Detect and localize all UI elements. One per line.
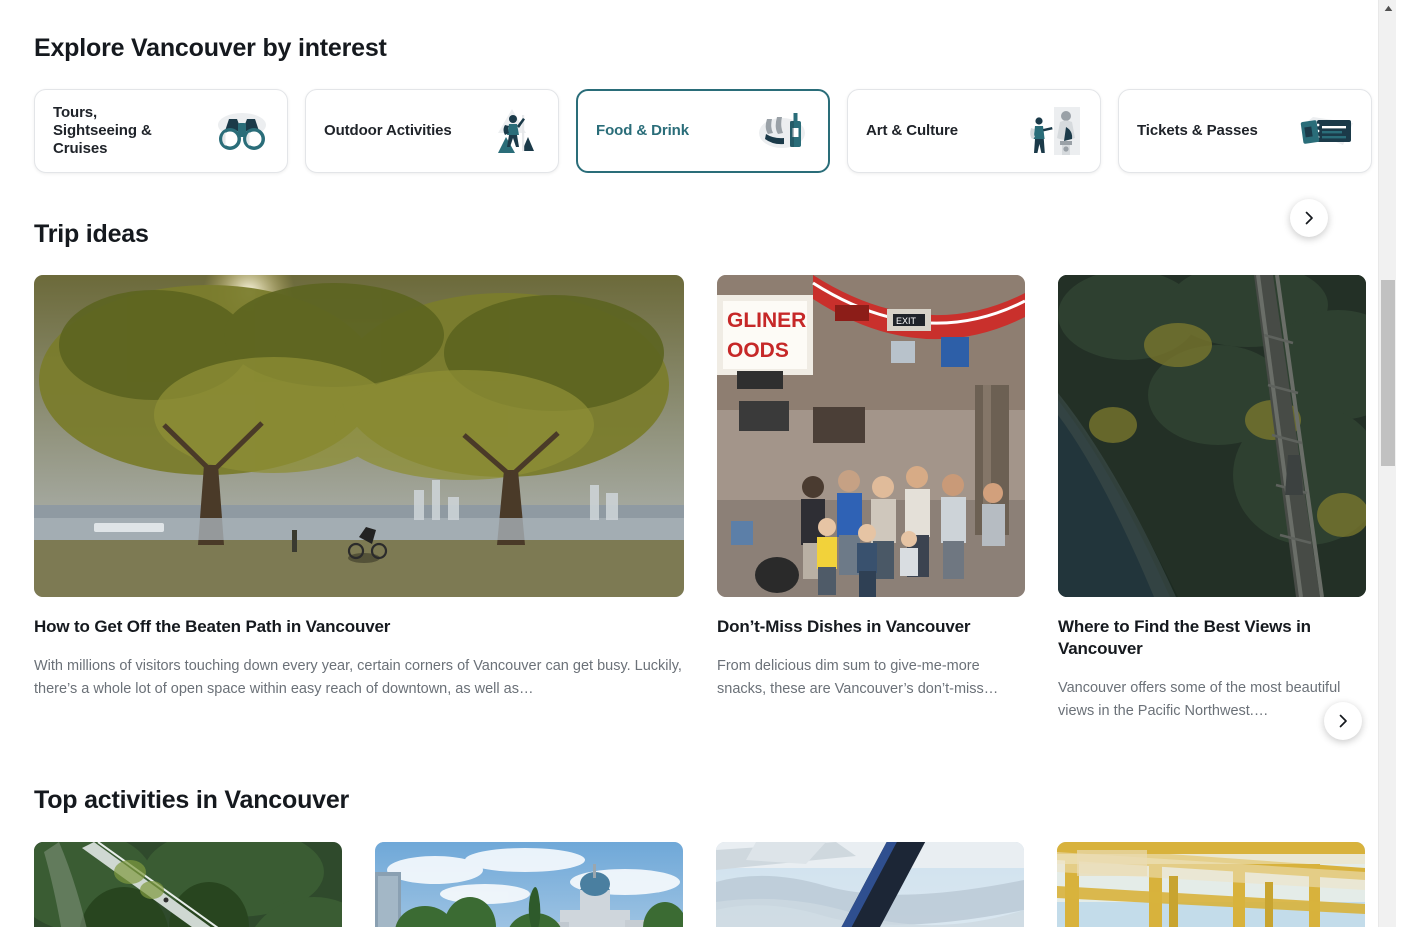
activity-image [34, 842, 342, 927]
category-list: Tours, Sightseeing & Cruises Outdoor Act… [34, 89, 1372, 173]
trip-idea-heading: Where to Find the Best Views in Vancouve… [1058, 617, 1311, 659]
activity-image [1057, 842, 1365, 927]
svg-text:EXIT: EXIT [896, 316, 917, 326]
activity-card[interactable] [375, 842, 683, 927]
activity-card[interactable] [1057, 842, 1365, 927]
page-scrollbar[interactable] [1378, 0, 1396, 927]
activity-card[interactable] [34, 842, 342, 927]
category-label: Outdoor Activities [324, 121, 452, 139]
binoculars-icon [211, 103, 273, 159]
chevron-right-icon [1301, 210, 1317, 226]
top-activities-title: Top activities in Vancouver [34, 786, 350, 815]
category-label: Tours, Sightseeing & Cruises [53, 103, 152, 158]
category-label: Tickets & Passes [1137, 121, 1258, 139]
trip-ideas-section: Trip ideas How to Get Off the Beaten Pat… [0, 220, 1396, 740]
tickets-icon [1295, 103, 1357, 159]
category-card-outdoor-activities[interactable]: Outdoor Activities [305, 89, 559, 173]
top-activities-section: Top activities in Vancouver [0, 786, 1396, 927]
category-label: Food & Drink [596, 121, 689, 139]
svg-text:GLINER: GLINER [727, 309, 806, 332]
trip-idea-heading: How to Get Off the Beaten Path in Vancou… [34, 617, 391, 636]
trip-ideas-title: Trip ideas [34, 220, 149, 248]
category-card-tours-sightseeing-cruises[interactable]: Tours, Sightseeing & Cruises [34, 89, 288, 173]
trip-idea-card[interactable]: Where to Find the Best Views in Vancouve… [1058, 275, 1366, 738]
top-activities-carousel: WHISTLER A [34, 842, 1365, 927]
trip-idea-card[interactable]: GLINER OODS EXIT Don’t-Miss Dishes in Va… [717, 275, 1025, 738]
wine-bottle-icon [752, 103, 814, 159]
scrollbar-up-arrow[interactable] [1379, 0, 1396, 17]
trip-idea-description: Vancouver offers some of the most beauti… [1058, 680, 1341, 720]
trip-idea-description: From delicious dim sum to give-me-more s… [717, 658, 999, 698]
trip-idea-heading: Don’t-Miss Dishes in Vancouver [717, 617, 971, 636]
page-content: Explore Vancouver by interest Tours, Sig… [0, 0, 1396, 927]
trip-idea-card[interactable]: How to Get Off the Beaten Path in Vancou… [34, 275, 684, 738]
trip-ideas-carousel: How to Get Off the Beaten Path in Vancou… [34, 275, 1366, 738]
trip-ideas-next-button[interactable] [1324, 702, 1362, 740]
category-carousel: Tours, Sightseeing & Cruises Outdoor Act… [34, 89, 1372, 237]
scrollbar-thumb[interactable] [1381, 280, 1395, 466]
trip-idea-image [1058, 275, 1366, 597]
category-card-tickets-passes[interactable]: Tickets & Passes [1118, 89, 1372, 173]
svg-text:OODS: OODS [727, 339, 789, 362]
chevron-right-icon [1335, 713, 1351, 729]
trip-idea-description: With millions of visitors touching down … [34, 658, 682, 698]
activity-image [375, 842, 683, 927]
trip-idea-image: GLINER OODS EXIT [717, 275, 1025, 597]
museum-statue-icon [1024, 103, 1086, 159]
category-card-food-drink[interactable]: Food & Drink [576, 89, 830, 173]
category-card-art-culture[interactable]: Art & Culture [847, 89, 1101, 173]
category-next-button[interactable] [1290, 199, 1328, 237]
hiker-icon [482, 103, 544, 159]
category-label: Art & Culture [866, 121, 959, 139]
page-title: Explore Vancouver by interest [34, 34, 387, 62]
activity-card[interactable]: WHISTLER A [716, 842, 1024, 927]
explore-by-interest-section: Explore Vancouver by interest Tours, Sig… [0, 0, 1396, 237]
activity-image: WHISTLER A [716, 842, 1024, 927]
trip-idea-image [34, 275, 684, 597]
